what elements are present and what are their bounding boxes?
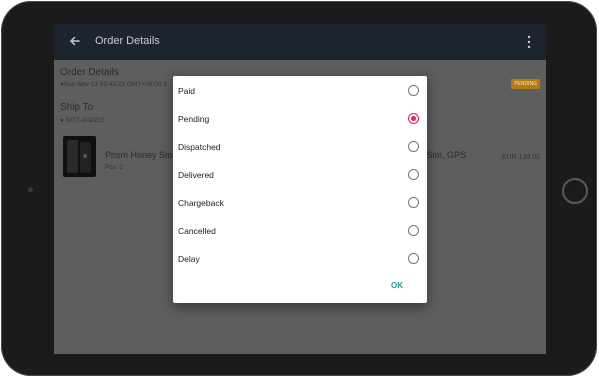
order-date: ●Sun Nov 13 03:43:21 GMT+08:00 2 xyxy=(60,81,167,88)
option-label: Delivered xyxy=(178,170,214,180)
product-quantity: Pcs: 2 xyxy=(105,164,124,171)
option-label: Cancelled xyxy=(178,226,216,236)
product-image xyxy=(63,136,96,177)
option-label: Chargeback xyxy=(178,198,224,208)
radio-button[interactable] xyxy=(408,253,419,264)
ship-to-heading: Ship To xyxy=(60,102,94,113)
option-dispatched[interactable]: Dispatched xyxy=(173,133,427,161)
radio-button[interactable] xyxy=(408,85,419,96)
front-camera xyxy=(28,187,33,192)
home-button[interactable] xyxy=(562,178,588,204)
more-vertical-icon[interactable] xyxy=(526,34,532,50)
option-label: Paid xyxy=(178,86,196,96)
radio-button-checked[interactable] xyxy=(408,113,419,124)
order-details-heading: Order Details xyxy=(60,67,119,78)
option-delay[interactable]: Delay xyxy=(173,245,427,273)
ok-button[interactable]: OK xyxy=(391,281,403,290)
status-dialog: Paid Pending Dispatched Delivered Charge… xyxy=(173,76,427,303)
page-title: Order Details xyxy=(95,35,160,47)
status-badge: PENDING xyxy=(511,79,540,89)
app-bar: Order Details xyxy=(54,24,546,60)
radio-button[interactable] xyxy=(408,169,419,180)
product-name-suffix: l Sim, GPS xyxy=(422,150,467,160)
option-label: Dispatched xyxy=(178,142,221,152)
option-chargeback[interactable]: Chargeback xyxy=(173,189,427,217)
option-label: Pending xyxy=(178,114,210,124)
radio-button[interactable] xyxy=(408,141,419,152)
ship-to-value: ● NOT ADDED xyxy=(60,117,104,124)
option-delivered[interactable]: Delivered xyxy=(173,161,427,189)
option-paid[interactable]: Paid xyxy=(173,77,427,105)
option-label: Delay xyxy=(178,254,200,264)
option-cancelled[interactable]: Cancelled xyxy=(173,217,427,245)
product-name: Prism Honey Sm xyxy=(105,150,173,160)
option-pending[interactable]: Pending xyxy=(173,105,427,133)
arrow-left-icon[interactable] xyxy=(67,33,83,49)
radio-button[interactable] xyxy=(408,225,419,236)
product-price: EUR 139.00 xyxy=(501,154,540,161)
radio-button[interactable] xyxy=(408,197,419,208)
